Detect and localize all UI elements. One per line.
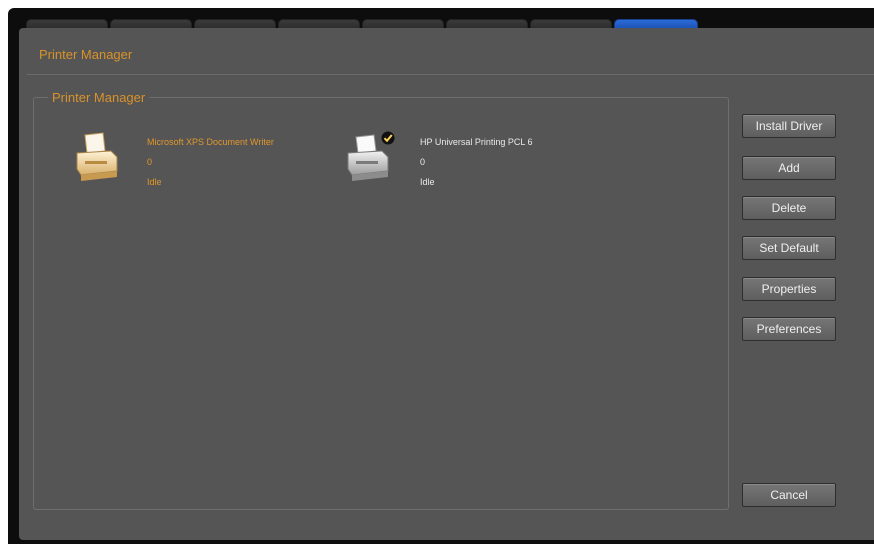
printer-item[interactable]: Microsoft XPS Document Writer 0 Idle	[71, 131, 331, 191]
page-title: Printer Manager	[39, 47, 133, 62]
default-check-icon	[381, 131, 395, 145]
group-legend: Printer Manager	[52, 90, 146, 105]
printer-status: Idle	[420, 177, 435, 187]
preferences-button[interactable]: Preferences	[742, 317, 836, 341]
set-default-button[interactable]: Set Default	[742, 236, 836, 260]
printer-jobs: 0	[147, 157, 153, 167]
add-button[interactable]: Add	[742, 156, 836, 180]
printer-name: Microsoft XPS Document Writer	[147, 137, 274, 147]
cancel-button[interactable]: Cancel	[742, 483, 836, 507]
install-driver-button[interactable]: Install Driver	[742, 114, 836, 138]
delete-button[interactable]: Delete	[742, 196, 836, 220]
printer-status: Idle	[147, 177, 162, 187]
printer-manager-panel: Printer Manager Printer Manager Microsof…	[19, 28, 874, 540]
printer-icon	[76, 132, 118, 181]
printer-item[interactable]: HP Universal Printing PCL 6 0 Idle	[344, 131, 604, 191]
printer-jobs: 0	[420, 157, 426, 167]
properties-button[interactable]: Properties	[742, 277, 836, 301]
printer-name: HP Universal Printing PCL 6	[420, 137, 533, 147]
title-divider	[27, 74, 874, 75]
